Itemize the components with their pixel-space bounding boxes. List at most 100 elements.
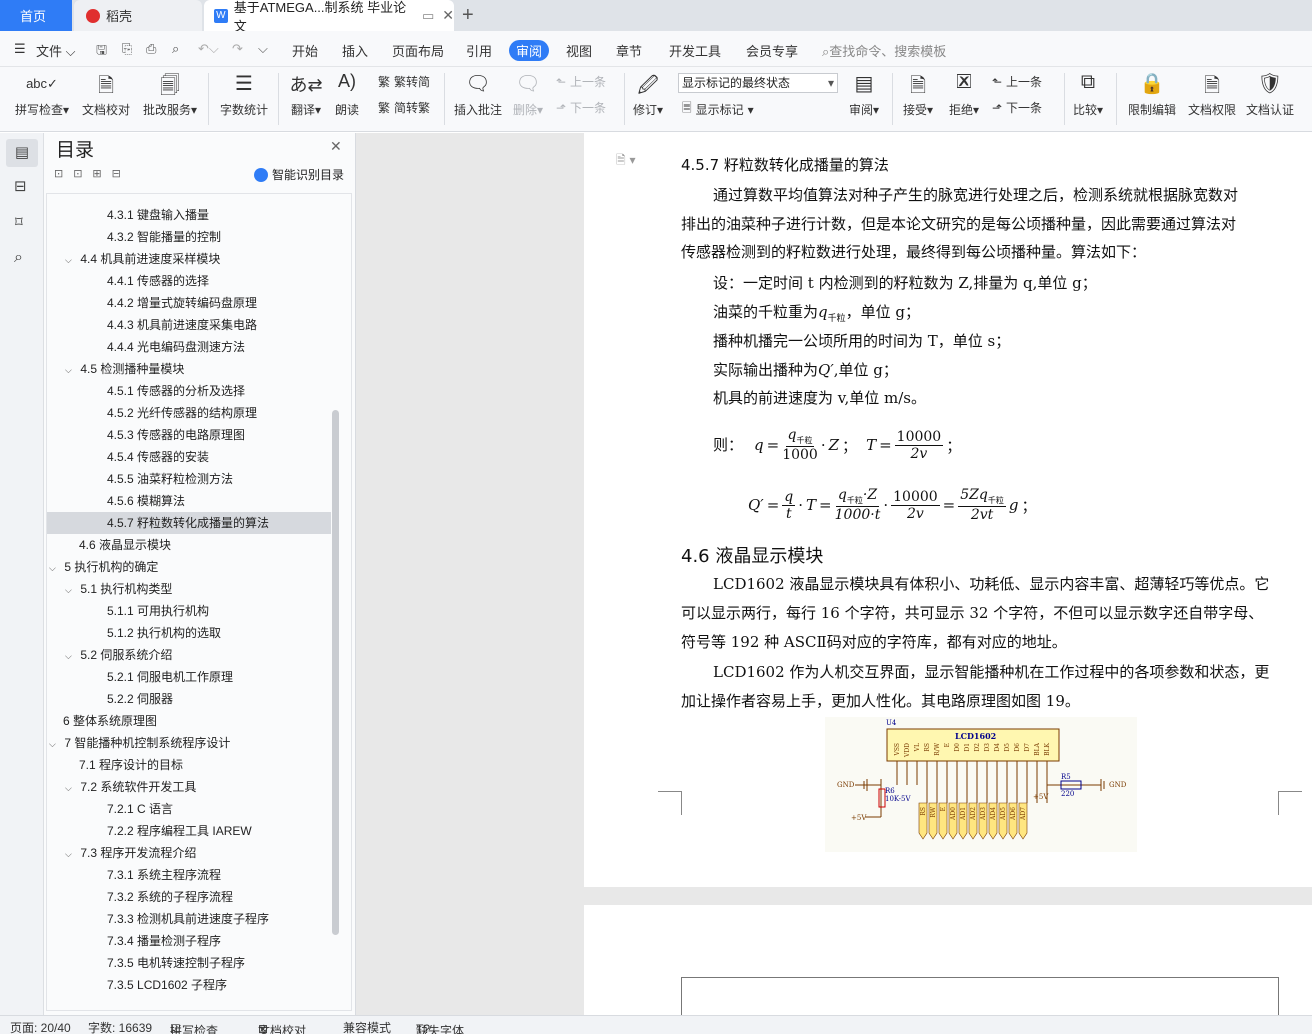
toc-item[interactable]: ⌵ 5.2 伺服系统介绍 bbox=[47, 644, 331, 666]
tab-docer[interactable]: 稻壳 bbox=[74, 0, 202, 31]
toc-item-partial[interactable] bbox=[47, 194, 331, 204]
word-count-button[interactable]: ☰ 字数统计 bbox=[218, 71, 270, 118]
navigation-pane-icon[interactable]: ⊟ bbox=[14, 177, 27, 195]
menu-developer[interactable]: 开发工具 bbox=[669, 41, 721, 60]
next-comment-button[interactable]: ⬏ 下一条 bbox=[556, 99, 606, 116]
collapse-chevron-icon[interactable]: ⌵ bbox=[49, 557, 61, 579]
collapse-chevron-icon[interactable]: ⌵ bbox=[65, 777, 77, 799]
menu-file[interactable]: 文件 ⌵ bbox=[36, 41, 75, 60]
collapse-chevron-icon[interactable]: ⌵ bbox=[49, 733, 61, 755]
export-icon[interactable]: ⎘ bbox=[122, 41, 132, 57]
menu-reference[interactable]: 引用 bbox=[466, 41, 492, 60]
word-count[interactable]: 字数: 16639 bbox=[88, 1019, 152, 1034]
to-traditional-button[interactable]: 繁繁转简 bbox=[378, 73, 430, 90]
toc-item[interactable]: 4.4.1 传感器的选择 bbox=[47, 270, 331, 292]
document-certify-button[interactable]: 🛡 文档认证 bbox=[1244, 71, 1296, 118]
toc-item[interactable]: 5.1.1 可用执行机构 bbox=[47, 600, 331, 622]
menu-member[interactable]: 会员专享 bbox=[746, 41, 798, 60]
markup-state-select[interactable]: 显示标记的最终状态 ▾ bbox=[678, 73, 838, 93]
translate-button[interactable]: あ⇄ 翻译▾ bbox=[286, 71, 326, 118]
show-markup-button[interactable]: 🗏 显示标记 ▾ bbox=[682, 99, 754, 120]
insert-comment-button[interactable]: 🗨 插入批注 bbox=[452, 71, 504, 118]
collapse-chevron-icon[interactable]: ⌵ bbox=[65, 249, 77, 271]
save-icon[interactable]: 🖫 bbox=[96, 41, 107, 63]
search-pane-icon[interactable]: ⌕ bbox=[14, 249, 23, 267]
compare-button[interactable]: ⧉ 比较▾ bbox=[1070, 71, 1106, 118]
toc-item[interactable]: ⌵ 7.2 系统软件开发工具 bbox=[47, 776, 331, 798]
toc-item[interactable]: 4.5.7 籽粒数转化成播量的算法 bbox=[47, 512, 331, 534]
close-tab-icon[interactable]: ✕ bbox=[442, 7, 454, 24]
tab-document[interactable]: W 基于ATMEGA...制系统 毕业论文 ▭ ✕ bbox=[204, 0, 454, 34]
menu-chapter[interactable]: 章节 bbox=[616, 41, 642, 60]
collapse-chevron-icon[interactable]: ⌵ bbox=[65, 359, 77, 381]
toc-item[interactable]: 5.2.2 伺服器 bbox=[47, 688, 331, 710]
collapse-chevron-icon[interactable]: ⌵ bbox=[65, 645, 77, 667]
next-change-button[interactable]: ⬏ 下一条 bbox=[992, 99, 1042, 116]
monitor-icon[interactable]: ▭ bbox=[422, 8, 434, 24]
toc-item[interactable]: 7.3.1 系统主程序流程 bbox=[47, 864, 331, 886]
toc-item[interactable]: 4.5.6 模糊算法 bbox=[47, 490, 331, 512]
toc-item[interactable]: 7.3.3 检测机具前进速度子程序 bbox=[47, 908, 331, 930]
toc-item[interactable]: 4.5.5 油菜籽粒检测方法 bbox=[47, 468, 331, 490]
menu-start[interactable]: 开始 bbox=[292, 41, 318, 60]
toc-item[interactable]: 4.4.3 机具前进速度采集电路 bbox=[47, 314, 331, 336]
toc-item[interactable]: 7.3.2 系统的子程序流程 bbox=[47, 886, 331, 908]
to-simplified-button[interactable]: 繁简转繁 bbox=[378, 99, 430, 116]
toc-item[interactable]: ⌵ 4.5 检测播种量模块 bbox=[47, 358, 331, 380]
toc-scrollbar[interactable] bbox=[332, 410, 339, 935]
menu-review[interactable]: 审阅 bbox=[509, 40, 550, 61]
page-indicator[interactable]: 页面: 20/40 bbox=[10, 1019, 71, 1034]
toc-item[interactable]: ⌵ 7.3 程序开发流程介绍 bbox=[47, 842, 331, 864]
menu-view[interactable]: 视图 bbox=[566, 41, 592, 60]
toc-item[interactable]: 4.4.2 增量式旋转编码盘原理 bbox=[47, 292, 331, 314]
toc-item[interactable]: 4.5.4 传感器的安装 bbox=[47, 446, 331, 468]
spell-check-button[interactable]: abc✓ 拼写检查▾ bbox=[12, 71, 72, 118]
toc-item[interactable]: 7.3.5 LCD1602 子程序 bbox=[47, 974, 331, 996]
toc-item[interactable]: 4.6 液晶显示模块 bbox=[47, 534, 331, 556]
new-tab-button[interactable]: + bbox=[462, 0, 474, 31]
delete-comment-button[interactable]: 🗨 删除▾ bbox=[510, 71, 546, 118]
collapse-chevron-icon[interactable]: ⌵ bbox=[65, 843, 77, 865]
print-icon[interactable]: ⎙ bbox=[146, 41, 156, 57]
paragraph-icon[interactable]: 🗎 ▾ bbox=[616, 151, 636, 172]
close-panel-icon[interactable]: ✕ bbox=[330, 138, 342, 155]
toc-item[interactable]: 5.2.1 伺服电机工作原理 bbox=[47, 666, 331, 688]
toc-item[interactable]: 4.3.2 智能播量的控制 bbox=[47, 226, 331, 248]
reject-button[interactable]: 🗷 拒绝▾ bbox=[946, 71, 982, 118]
toc-item[interactable]: ⌵ 5.1 执行机构类型 bbox=[47, 578, 331, 600]
toc-item[interactable]: 7.2.2 程序编程工具 IAREW bbox=[47, 820, 331, 842]
toc-item[interactable]: 4.5.1 传感器的分析及选择 bbox=[47, 380, 331, 402]
menu-insert[interactable]: 插入 bbox=[342, 41, 368, 60]
toc-item[interactable]: 6 整体系统原理图 bbox=[47, 710, 331, 732]
prev-comment-button[interactable]: ⬑ 上一条 bbox=[556, 73, 606, 90]
restrict-editing-button[interactable]: 🔒 限制编辑 bbox=[1126, 71, 1178, 118]
toc-item[interactable]: 7.1 程序设计的目标 bbox=[47, 754, 331, 776]
toc-item[interactable]: 7.3.5 电机转速控制子程序 bbox=[47, 952, 331, 974]
command-search[interactable]: ⌕查找命令、搜索模板 bbox=[822, 41, 946, 60]
review-pane-button[interactable]: ▤ 审阅▾ bbox=[846, 71, 882, 118]
toc-item[interactable]: ⌵ 4.4 机具前进速度采样模块 bbox=[47, 248, 331, 270]
tab-home[interactable]: 首页 bbox=[0, 0, 72, 31]
toc-item[interactable]: 4.5.2 光纤传感器的结构原理 bbox=[47, 402, 331, 424]
hamburger-icon[interactable]: ☰ bbox=[14, 41, 26, 57]
more-icon[interactable]: ⌵ bbox=[258, 41, 268, 57]
annotate-service-button[interactable]: 🗐 批改服务▾ bbox=[140, 71, 200, 118]
toc-item[interactable]: 7.3.4 播量检测子程序 bbox=[47, 930, 331, 952]
toc-expand-controls[interactable]: ⊡⊡⊞⊟ bbox=[54, 167, 131, 180]
redo-icon[interactable]: ↷ bbox=[232, 41, 243, 57]
prev-change-button[interactable]: ⬑ 上一条 bbox=[992, 73, 1042, 90]
track-changes-button[interactable]: 🖉 修订▾ bbox=[630, 71, 666, 118]
smart-toc-button[interactable]: 智能识别目录 bbox=[254, 166, 344, 183]
toc-item[interactable]: 4.5.3 传感器的电路原理图 bbox=[47, 424, 331, 446]
undo-icon[interactable]: ↶⌵ bbox=[198, 41, 219, 57]
read-aloud-button[interactable]: A) 朗读 bbox=[330, 71, 364, 118]
toc-item[interactable]: ⌵ 7 智能播种机控制系统程序设计 bbox=[47, 732, 331, 754]
accept-button[interactable]: 🗎 接受▾ bbox=[900, 71, 936, 118]
toc-item[interactable]: 5.1.2 执行机构的选取 bbox=[47, 622, 331, 644]
bookmark-icon[interactable]: ⌑ bbox=[15, 213, 23, 231]
menu-layout[interactable]: 页面布局 bbox=[392, 41, 444, 60]
proofread-button[interactable]: 🗎 文档校对 bbox=[80, 71, 132, 118]
toc-item[interactable]: 4.3.1 键盘输入播量 bbox=[47, 204, 331, 226]
toc-item[interactable]: 4.4.4 光电编码盘测速方法 bbox=[47, 336, 331, 358]
collapse-chevron-icon[interactable]: ⌵ bbox=[65, 579, 77, 601]
